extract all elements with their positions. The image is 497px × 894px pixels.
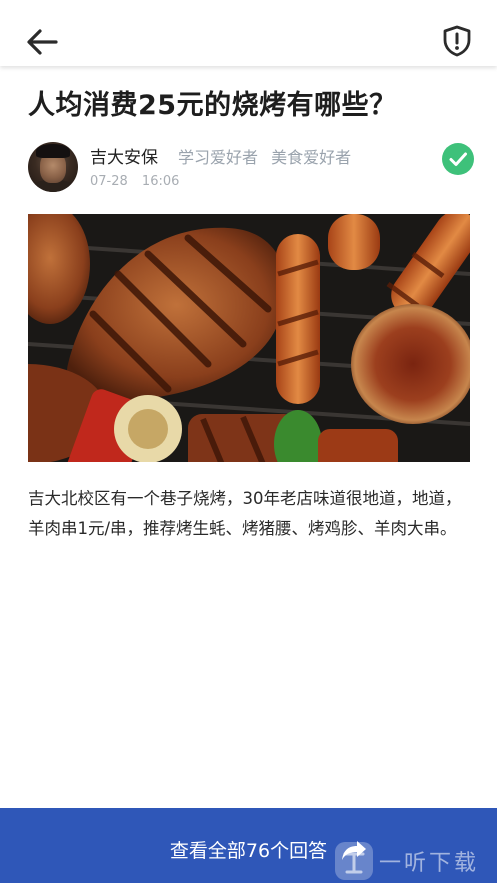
watermark: 一听下载 <box>335 842 495 880</box>
author-name[interactable]: 吉大安保 <box>90 146 158 170</box>
post-time: 16:06 <box>141 174 180 189</box>
post-timestamp: 07-28 16:06 <box>90 173 189 191</box>
report-button[interactable] <box>440 24 474 58</box>
back-button[interactable] <box>22 22 62 62</box>
check-circle-icon <box>449 152 467 166</box>
shield-alert-icon <box>443 25 471 57</box>
verified-badge <box>442 143 474 175</box>
post-photo[interactable] <box>28 214 470 462</box>
author-tag: 学习爱好者 <box>178 148 259 167</box>
top-bar <box>0 0 497 66</box>
post-body: 吉大北校区有一个巷子烧烤，30年老店味道很地道，地道，羊肉串1元/串，推荐烤生蚝… <box>28 489 462 538</box>
post-date: 07-28 <box>90 174 128 189</box>
watermark-text: 一听下载 <box>379 851 480 876</box>
arrow-left-icon <box>27 29 58 55</box>
avatar[interactable] <box>28 142 78 192</box>
post-title: 人均消费25元的烧烤有哪些？ <box>28 90 397 121</box>
watermark-logo <box>335 842 373 880</box>
grilled-food-image <box>28 214 470 462</box>
author-tags: 学习爱好者 美食爱好者 <box>178 146 359 170</box>
author-tag: 美食爱好者 <box>271 148 352 167</box>
